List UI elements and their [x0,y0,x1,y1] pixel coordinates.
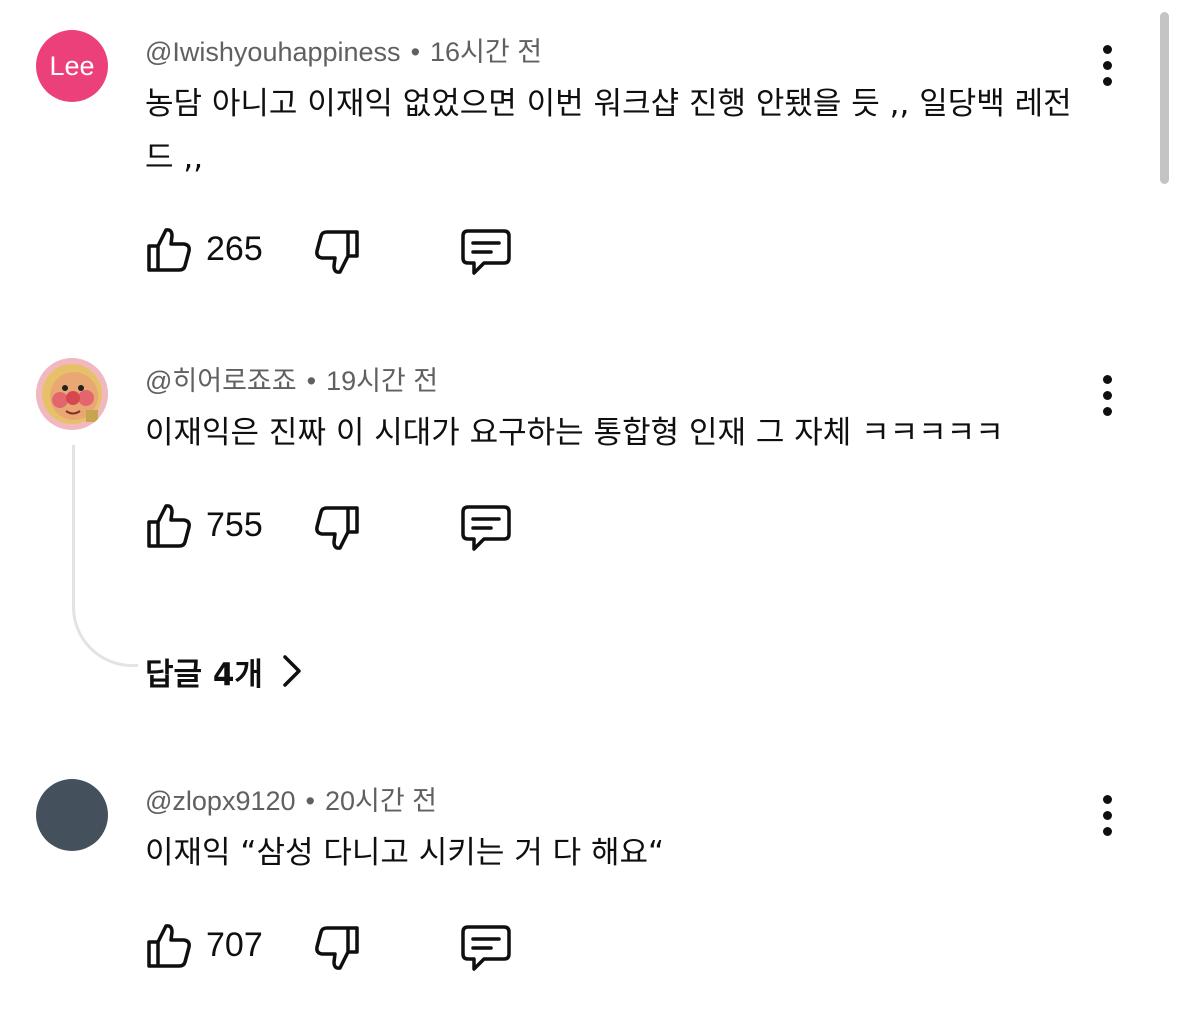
comment-icon[interactable] [460,228,512,276]
comment-text: 이재익은 진짜 이 시대가 요구하는 통합형 인재 그 자체 ㅋㅋㅋㅋㅋ [145,415,1004,451]
comment-meta: @히어로죠죠 • 19시간 전 [145,364,438,398]
more-options-button[interactable] [1090,40,1124,90]
replies-label: 답글 4개 [145,656,263,693]
comment-icon[interactable] [460,504,512,552]
anpanman-avatar-icon [36,358,108,430]
kebab-dot [1102,810,1112,820]
more-options-button[interactable] [1090,370,1124,420]
thumbs-up-icon[interactable] [144,922,192,970]
comment-username[interactable]: @Iwishyouhappiness [145,37,401,67]
more-vertical-icon [1102,794,1112,804]
more-vertical-icon [1102,44,1112,54]
thumbs-up-icon[interactable] [144,226,192,274]
more-options-button[interactable] [1090,790,1124,840]
chevron-right-icon [283,655,301,687]
meta-separator: • [306,366,317,396]
like-count: 755 [206,506,263,544]
kebab-dot [1102,76,1112,86]
comment-meta: @zlopx9120 • 20시간 전 [145,784,437,818]
comment-username[interactable]: @zlopx9120 [145,786,296,816]
thumbs-down-icon[interactable] [314,228,362,276]
kebab-dot [1102,826,1112,836]
like-count: 707 [206,926,263,964]
comment-text: 이재익 “삼성 다니고 시키는 거 다 해요“ [145,835,665,871]
thumbs-down-icon[interactable] [314,504,362,552]
scrollbar[interactable] [1160,12,1169,184]
avatar[interactable]: Lee [36,30,108,102]
thread-connector-line [72,445,138,667]
comment-icon[interactable] [460,924,512,972]
comment-timestamp: 16시간 전 [430,37,543,67]
comment-username[interactable]: @히어로죠죠 [145,366,297,396]
kebab-dot [1102,60,1112,70]
meta-separator: • [410,37,421,67]
avatar[interactable] [36,358,108,430]
view-replies-button[interactable]: 답글 4개 [145,646,303,696]
comment-timestamp: 19시간 전 [326,366,439,396]
like-count: 265 [206,230,263,268]
comment-meta: @Iwishyouhappiness • 16시간 전 [145,35,542,69]
comment-actions: 265 [140,222,560,278]
comment-actions: 755 [140,498,560,554]
comment-actions: 707 [140,918,560,974]
meta-separator: • [305,786,315,816]
avatar-initials: Lee [49,50,95,81]
thumbs-up-icon[interactable] [144,502,192,550]
comment-text: 농담 아니고 이재익 없었으면 이번 워크샵 진행 안됐을 듯 ,, 일당백 레… [145,86,1072,176]
thumbs-down-icon[interactable] [314,924,362,972]
comment-timestamp: 20시간 전 [324,786,438,816]
more-vertical-icon [1102,374,1112,384]
kebab-dot [1102,390,1112,400]
kebab-dot [1102,406,1112,416]
avatar[interactable] [36,779,108,851]
